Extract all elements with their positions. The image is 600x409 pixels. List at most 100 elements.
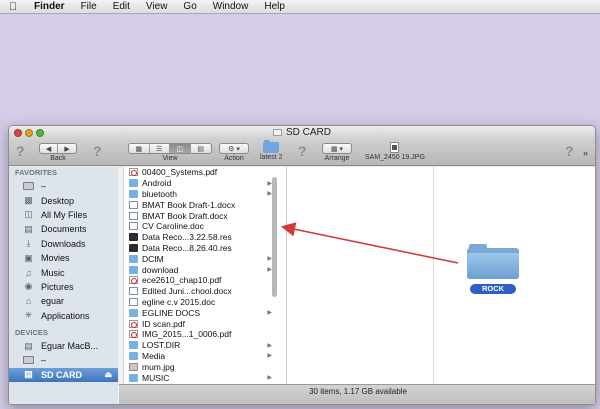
cover-flow-button[interactable]: ▤ xyxy=(191,144,211,153)
sidebar-item-desktop[interactable]: ▩ Desktop xyxy=(9,193,118,207)
finder-window: SD CARD ? ◀ ▶ Back ? ▦ ☰ ◫ ▤ View ⚙ ▾ Ac… xyxy=(8,125,596,405)
docx-file-icon xyxy=(129,211,138,220)
sidebar-item-label: Applications xyxy=(41,310,90,321)
sidebar-item-home[interactable]: ⌂ eguar xyxy=(9,294,118,308)
res-file-icon xyxy=(129,233,138,242)
eject-icon[interactable]: ⏏ xyxy=(104,370,112,379)
menu-help[interactable]: Help xyxy=(264,1,295,12)
file-list-item[interactable]: Data Reco...8.26.40.res xyxy=(124,243,286,254)
file-name: ID scan.pdf xyxy=(142,318,185,329)
menu-go[interactable]: Go xyxy=(183,1,206,12)
docx-file-icon xyxy=(129,200,138,209)
image-file-icon xyxy=(390,142,400,153)
file-list-item[interactable]: Data Reco...3.22.58.res xyxy=(124,232,286,243)
apple-menu-icon[interactable]:  xyxy=(0,1,26,13)
sidebar-item-pictures[interactable]: ◉ Pictures xyxy=(9,280,118,294)
file-name: Data Reco...3.22.58.res xyxy=(142,232,232,243)
file-name: Media xyxy=(142,350,166,361)
sidebar-item-label: Documents xyxy=(41,224,87,235)
drive-icon xyxy=(23,355,34,365)
file-name: IMG_2015...1_0006.pdf xyxy=(142,329,232,340)
help-icon: ? xyxy=(298,143,307,159)
menu-file[interactable]: File xyxy=(81,1,107,12)
sidebar-item-label: SD CARD xyxy=(41,369,83,380)
sidebar-item-label: Desktop xyxy=(41,195,75,206)
file-list-item[interactable]: bluetooth ▶ xyxy=(124,189,286,200)
docx-file-icon xyxy=(129,287,138,296)
sidebar-item-music[interactable]: ♫ Music xyxy=(9,265,118,279)
sidebar-item-drive[interactable]: – xyxy=(9,179,118,193)
pictures-icon: ◉ xyxy=(24,281,33,292)
sidebar-item-label: – xyxy=(41,355,47,366)
file-list-item[interactable]: egline c.v 2015.doc xyxy=(124,297,286,308)
file-shortcut-item[interactable]: SAM_2450 19.JPG xyxy=(365,142,425,161)
file-list-item[interactable]: DCIM ▶ xyxy=(124,253,286,264)
file-list: 00400_Systems.pdf Android ▶ bluetooth ▶ BMAT … xyxy=(124,167,286,383)
file-name: DCIM xyxy=(142,253,164,264)
file-name: Edited Juni...chool.docx xyxy=(142,286,232,297)
action-gear-button[interactable]: ⚙ ▾ xyxy=(220,144,248,153)
disclosure-arrow-icon: ▶ xyxy=(267,353,272,360)
menu-app-name[interactable]: Finder xyxy=(34,1,75,12)
rock-folder-label[interactable]: ROCK xyxy=(470,284,516,294)
sidebar-item-sd-card[interactable]: ▤ SD CARD ⏏ xyxy=(9,367,118,383)
sd-card-icon: ▤ xyxy=(24,369,33,380)
file-list-item[interactable]: IMG_2015...1_0006.pdf xyxy=(124,329,286,340)
title-bar[interactable]: SD CARD xyxy=(9,126,595,140)
forward-button[interactable]: ▶ xyxy=(58,144,76,153)
disclosure-arrow-icon: ▶ xyxy=(267,375,272,382)
arrange-button[interactable]: ▦ ▾ xyxy=(323,144,351,153)
file-list-item[interactable]: BMAT Book Draft.docx xyxy=(124,210,286,221)
icon-view-button[interactable]: ▦ xyxy=(129,144,150,153)
file-list-item[interactable]: 00400_Systems.pdf xyxy=(124,167,286,178)
view-control: ▦ ☰ ◫ ▤ View xyxy=(128,143,212,162)
preview-pane: ROCK xyxy=(434,167,595,404)
rock-folder-icon[interactable] xyxy=(467,244,519,279)
file-name: Android xyxy=(142,178,172,189)
file-list-item[interactable]: Media ▶ xyxy=(124,351,286,362)
sidebar-item-documents[interactable]: ▤ Documents xyxy=(9,222,118,236)
file-name: bluetooth xyxy=(142,188,177,199)
menu-bar:  Finder File Edit View Go Window Help xyxy=(0,0,600,14)
file-list-item[interactable]: Edited Juni...chool.docx xyxy=(124,286,286,297)
folder-icon xyxy=(263,140,280,153)
file-name: BMAT Book Draft.docx xyxy=(142,210,228,221)
back-button[interactable]: ◀ xyxy=(40,144,59,153)
file-list-item[interactable]: BMAT Book Draft-1.docx xyxy=(124,199,286,210)
file-list-item[interactable]: LOST.DIR ▶ xyxy=(124,340,286,351)
file-list-item[interactable]: download ▶ xyxy=(124,264,286,275)
vertical-scrollbar[interactable] xyxy=(272,177,277,297)
overflow-chevron-icon[interactable]: » xyxy=(583,148,588,158)
sidebar-item-label: Eguar MacB... xyxy=(41,341,99,352)
status-bar: 30 items, 1.17 GB available xyxy=(119,384,595,404)
sidebar-item-macbook[interactable]: ▤ Eguar MacB... xyxy=(9,339,118,353)
desktop-icon: ▩ xyxy=(24,195,33,206)
latest-folder-item[interactable]: latest 2 xyxy=(260,140,283,161)
file-list-item[interactable]: EGLINE DOCS ▶ xyxy=(124,307,286,318)
file-list-item[interactable]: ID scan.pdf xyxy=(124,318,286,329)
file-list-item[interactable]: CV Caroline.doc xyxy=(124,221,286,232)
file-list-item[interactable]: MUSIC ▶ xyxy=(124,372,286,383)
devices-header: DEVICES xyxy=(15,327,48,337)
res-file-icon xyxy=(129,243,138,252)
sidebar-item-applications[interactable]: ✳ Applications xyxy=(9,309,118,323)
sidebar-item-drive[interactable]: – xyxy=(9,353,118,367)
view-label: View xyxy=(162,155,178,162)
file-list-item[interactable]: mum.jpg xyxy=(124,361,286,372)
favorites-header: FAVORITES xyxy=(15,168,57,177)
file-list-item[interactable]: ece2610_chap10.pdf xyxy=(124,275,286,286)
file-list-item[interactable]: Android ▶ xyxy=(124,178,286,189)
downloads-icon: ⤓ xyxy=(26,238,31,249)
menu-window[interactable]: Window xyxy=(213,1,259,12)
back-forward-control: ◀ ▶ Back xyxy=(39,143,77,162)
sidebar-item-label: Movies xyxy=(41,253,70,264)
sidebar-item-movies[interactable]: ▣ Movies xyxy=(9,251,118,265)
list-view-button[interactable]: ☰ xyxy=(150,144,170,153)
sidebar-item-downloads[interactable]: ⤓ Downloads xyxy=(9,237,118,251)
sidebar-item-all-my-files[interactable]: ◫ All My Files xyxy=(9,208,118,222)
column-view-button[interactable]: ◫ xyxy=(170,144,191,153)
menu-edit[interactable]: Edit xyxy=(113,1,140,12)
menu-view[interactable]: View xyxy=(146,1,178,12)
help-icon: ? xyxy=(93,143,102,159)
help-icon: ? xyxy=(565,143,574,159)
